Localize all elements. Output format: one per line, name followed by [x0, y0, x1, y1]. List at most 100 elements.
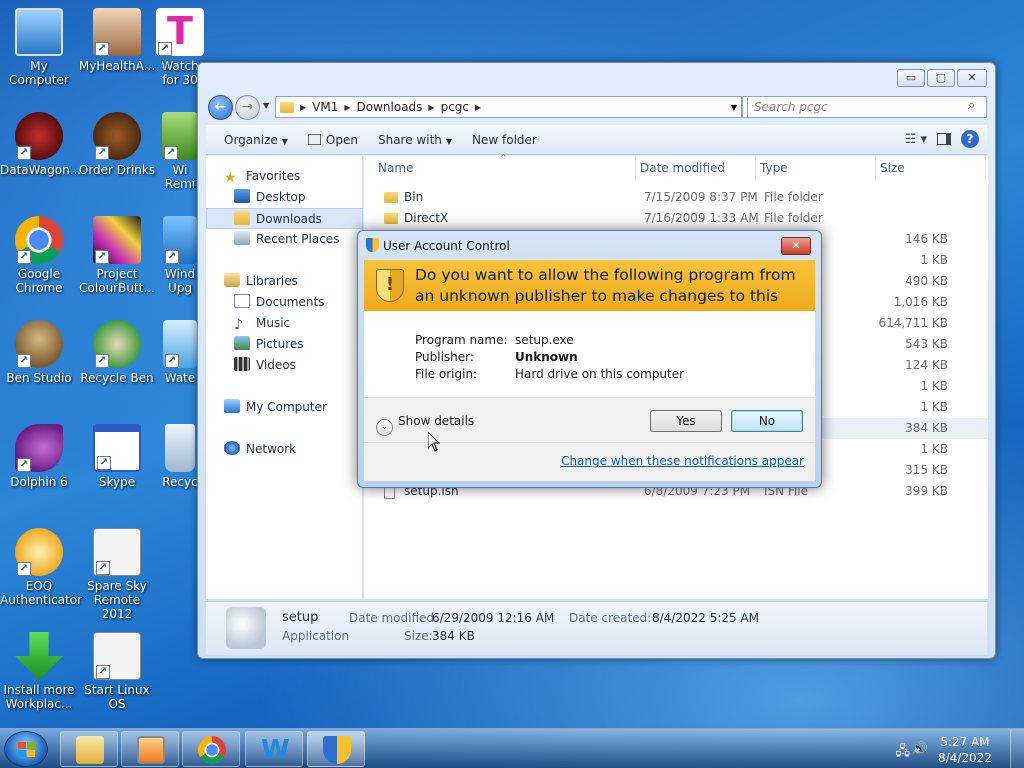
nav-pictures[interactable]: Pictures [206, 334, 363, 355]
nav-videos[interactable]: Videos [206, 355, 363, 376]
change-notifications-link[interactable]: Change when these notifications appear [561, 454, 804, 468]
show-details-toggle[interactable]: ⌄ Show details [376, 414, 474, 436]
file-size: 490 KB [905, 274, 948, 288]
network-icon [224, 441, 240, 455]
desktop-icon-order-drinks[interactable]: ↗ Order Drinks [78, 112, 156, 177]
taskbar-chrome[interactable] [182, 731, 240, 767]
shortcut-arrow-icon: ↗ [164, 146, 178, 160]
file-size: 543 KB [905, 337, 948, 351]
breadcrumb-downloads[interactable]: Downloads [357, 100, 423, 114]
table-row[interactable]: Bin 7/15/2009 8:37 PM File folder [364, 187, 988, 208]
breadcrumb-vm1[interactable]: VM1 [312, 100, 338, 114]
minimize-button[interactable]: ▭ [897, 69, 925, 87]
column-header-type[interactable]: Type [756, 156, 876, 180]
taskbar-clock[interactable]: 5:27 AM 8/4/2022 [930, 734, 1000, 766]
taskbar-w-app[interactable]: W [245, 731, 303, 767]
desktop-icon-wi-remi[interactable]: ↗ Wi Remi [160, 112, 200, 191]
desktop-icon-wind-upg[interactable]: ↗ Wind Upg [160, 216, 200, 295]
no-button[interactable]: No [731, 410, 803, 432]
desktop-icon-myhealth[interactable]: ↗ MyHealthA... [78, 8, 156, 73]
new-folder-button[interactable]: New folder [462, 125, 547, 155]
desktop-icon-install-more[interactable]: Install more Workplac... [0, 632, 78, 711]
desktop-icon-datawagon[interactable]: ↗ DataWagon... [0, 112, 81, 177]
nav-documents[interactable]: Documents [206, 292, 363, 313]
close-button[interactable]: ✕ [957, 69, 987, 87]
recycle-bin-icon [165, 424, 195, 472]
shortcut-arrow-icon: ↗ [165, 354, 179, 368]
downloads-folder-icon [234, 211, 250, 225]
details-size-label: Size: [404, 629, 433, 643]
volume-tray-icon[interactable]: 🔊 [912, 742, 928, 757]
address-bar[interactable]: ▶ VM1 ▶ Downloads ▶ pcgc ▶ ▼ [275, 96, 742, 118]
view-options-icon[interactable]: ☷ ▾ [905, 132, 927, 147]
desktop-icon-eoq[interactable]: ↗ EOQ Authenticator [0, 528, 82, 607]
nav-libraries[interactable]: Libraries [206, 271, 363, 292]
file-date: 7/15/2009 8:37 PM [644, 190, 758, 204]
maximize-button[interactable]: ▢ [927, 69, 955, 87]
open-app-icon [307, 133, 321, 145]
taskbar-uac[interactable] [307, 731, 365, 767]
desktop-icon-skype[interactable]: ↗ Skype [78, 424, 156, 489]
nav-recent-places[interactable]: Recent Places [206, 229, 363, 250]
network-tray-icon[interactable]: 🖧 [896, 742, 911, 764]
app-icon: ↗ [162, 112, 198, 160]
taskbar-media-player[interactable] [121, 731, 179, 767]
chevron-right-icon[interactable]: ▶ [475, 103, 481, 112]
desktop-icon-recycle-ben[interactable]: ↗ Recycle Ben [78, 320, 156, 385]
desktop-icon-label: Spare Sky Remote 2012 [87, 579, 147, 621]
window-controls: ▭ ▢ ✕ [897, 69, 987, 87]
file-size: 1 KB [920, 379, 948, 393]
uac-close-button[interactable]: ✕ [781, 237, 811, 255]
table-row[interactable]: DirectX 7/16/2009 1:33 AM File folder [364, 208, 988, 229]
recent-pages-dropdown[interactable]: ▼ [263, 101, 269, 110]
uac-shield-icon [366, 238, 379, 252]
desktop-icon-project-colour[interactable]: ↗ Project ColourButt... [78, 216, 156, 295]
nav-music[interactable]: ♪ Music [206, 313, 363, 334]
forward-button[interactable]: → [235, 95, 260, 120]
shortcut-arrow-icon: ↗ [17, 250, 31, 264]
desktop-icon-wate[interactable]: ↗ Wate [160, 320, 200, 385]
videos-icon [234, 357, 250, 371]
shortcut-arrow-icon: ↗ [17, 146, 31, 160]
show-desktop-button[interactable] [1010, 729, 1024, 768]
help-icon[interactable]: ? [961, 130, 979, 148]
breadcrumb-pcgc[interactable]: pcgc [441, 100, 469, 114]
chrome-icon [198, 736, 226, 764]
desktop-icon-my-computer[interactable]: My Computer [0, 8, 78, 87]
chrome-icon: ↗ [15, 216, 63, 264]
details-date-modified-label: Date modified: [349, 611, 439, 625]
nav-network[interactable]: Network [206, 439, 363, 460]
back-button[interactable]: ← [208, 95, 233, 120]
nav-desktop[interactable]: Desktop [206, 187, 363, 208]
nav-my-computer[interactable]: My Computer [206, 397, 363, 418]
desktop-icon-dolphin[interactable]: ↗ Dolphin 6 [0, 424, 78, 489]
column-header-date-modified[interactable]: Date modified [636, 156, 756, 180]
nav-downloads[interactable]: Downloads [206, 208, 363, 229]
start-button[interactable] [4, 731, 48, 767]
column-header-size[interactable]: Size [876, 156, 986, 180]
preview-pane-icon[interactable] [937, 133, 951, 145]
desktop-icon-spare-sky[interactable]: ↗ Spare Sky Remote 2012 [78, 528, 156, 621]
address-dropdown-icon[interactable]: ▼ [731, 103, 737, 112]
organize-button[interactable]: Organize ▼ [214, 125, 298, 155]
shortcut-arrow-icon: ↗ [165, 250, 179, 264]
nav-favorites[interactable]: ★ Favorites [206, 166, 363, 187]
file-size: 315 KB [905, 463, 948, 477]
folder-icon [384, 192, 398, 203]
taskbar-explorer[interactable] [60, 731, 118, 767]
desktop-icon-ben-studio[interactable]: ↗ Ben Studio [0, 320, 78, 385]
search-input[interactable]: Search pcgc [747, 96, 987, 118]
share-with-button[interactable]: Share with ▼ [368, 125, 462, 155]
folder-icon [280, 101, 294, 113]
chevron-right-icon[interactable]: ▶ [428, 103, 434, 112]
chevron-right-icon[interactable]: ▶ [344, 103, 350, 112]
open-button[interactable]: Open [298, 125, 368, 155]
uac-shield-icon [323, 736, 351, 764]
yes-button[interactable]: Yes [650, 410, 722, 432]
setup-app-icon [226, 607, 266, 649]
desktop-icon-recycle-bin[interactable]: Recyc [160, 424, 200, 489]
desktop-icon-start-linux[interactable]: ↗ Start Linux OS [78, 632, 156, 711]
chevron-right-icon[interactable]: ▶ [300, 103, 306, 112]
desktop-icon-google-chrome[interactable]: ↗ Google Chrome [0, 216, 78, 295]
search-icon[interactable]: ⌕ [968, 98, 975, 113]
